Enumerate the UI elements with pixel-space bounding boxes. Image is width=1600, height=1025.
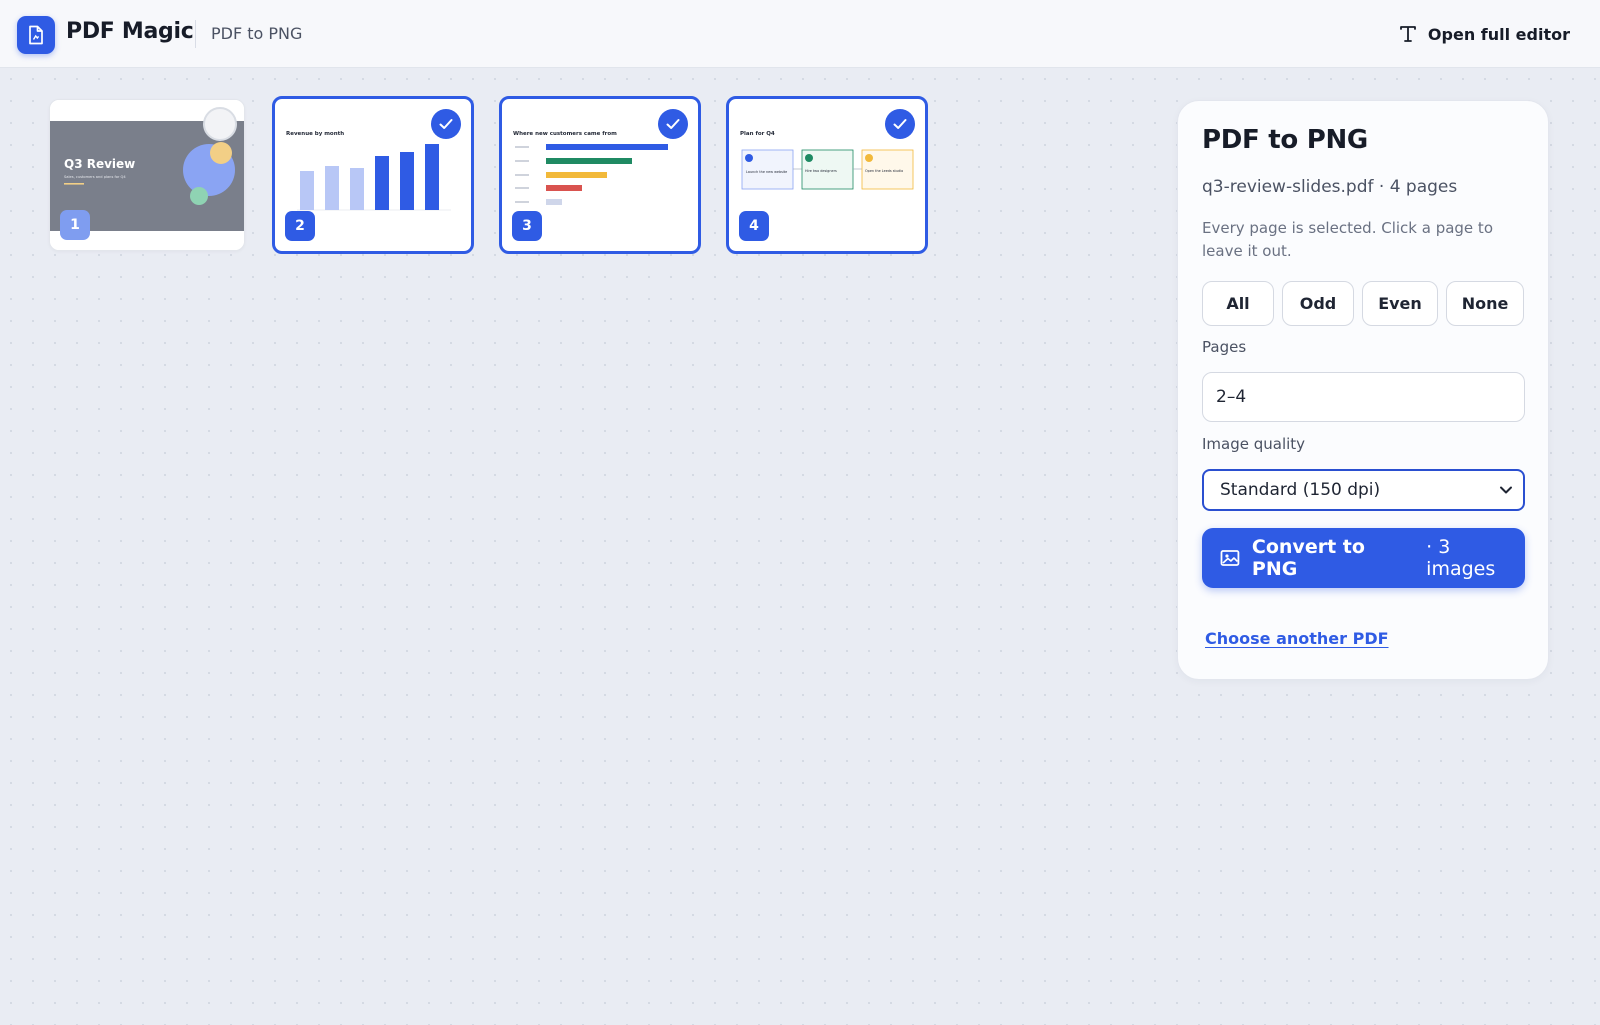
app-logo[interactable]: [17, 16, 55, 54]
chevron-down-icon: [1500, 486, 1512, 494]
select-even-button[interactable]: Even: [1362, 281, 1438, 326]
header-divider: [195, 20, 196, 48]
page-4-step-1: Launch the new website: [746, 170, 787, 174]
image-quality-select[interactable]: Standard (150 dpi): [1202, 469, 1525, 511]
file-info: q3-review-slides.pdf · 4 pages: [1202, 177, 1458, 197]
pdf-file-icon: [29, 25, 43, 45]
select-none-button[interactable]: None: [1446, 281, 1524, 326]
breadcrumb: PDF to PNG: [211, 24, 303, 43]
page-4-checked-icon[interactable]: [885, 109, 915, 139]
choose-another-pdf-link[interactable]: Choose another PDF: [1205, 629, 1389, 648]
convert-image-count: · 3 images: [1426, 536, 1496, 580]
convert-button-label: Convert to PNG: [1251, 536, 1365, 580]
page-thumbnail-1[interactable]: Q3 Review Sales, customers and plans for…: [49, 99, 245, 251]
image-icon: [1220, 550, 1240, 566]
page-3-title: Where new customers came from: [513, 131, 617, 137]
pages-label: Pages: [1202, 338, 1247, 356]
page-4-step-2: Hire two designers: [805, 169, 837, 173]
page-thumbnail-4[interactable]: Plan for Q4 Launch the new website Hire …: [726, 96, 928, 254]
top-bar: PDF Magic PDF to PNG Open full editor: [0, 0, 1600, 68]
open-full-editor-link[interactable]: Open full editor: [1398, 16, 1570, 52]
page-4-number-badge: 4: [739, 211, 769, 241]
select-odd-button[interactable]: Odd: [1282, 281, 1354, 326]
page-thumbnail-3[interactable]: Where new customers came from 3: [499, 96, 701, 254]
image-quality-label: Image quality: [1202, 435, 1306, 453]
text-tool-icon: [1400, 26, 1416, 42]
quick-select-group: All Odd Even None: [1202, 281, 1524, 326]
page-3-checked-icon[interactable]: [658, 109, 688, 139]
page-3-number-badge: 3: [512, 211, 542, 241]
page-1-select-toggle[interactable]: [203, 107, 237, 141]
app-name: PDF Magic: [66, 19, 194, 44]
page-2-title: Revenue by month: [286, 131, 344, 137]
page-4-title: Plan for Q4: [740, 131, 775, 137]
page-thumbnail-2[interactable]: Revenue by month 2: [272, 96, 474, 254]
page-1-title: Q3 Review: [64, 157, 135, 171]
select-all-button[interactable]: All: [1202, 281, 1274, 326]
page-1-number-badge: 1: [60, 210, 90, 240]
page-4-step-3: Open the Leeds studio: [865, 169, 903, 173]
image-quality-value: Standard (150 dpi): [1220, 480, 1381, 500]
page-2-checked-icon[interactable]: [431, 109, 461, 139]
panel-title: PDF to PNG: [1202, 125, 1368, 155]
pages-range-input[interactable]: [1202, 372, 1525, 422]
open-full-editor-label: Open full editor: [1427, 24, 1570, 44]
page-1-subtitle: Sales, customers and plans for Q4: [64, 175, 126, 179]
convert-to-png-button[interactable]: Convert to PNG · 3 images: [1202, 528, 1525, 588]
selection-hint: Every page is selected. Click a page to …: [1202, 219, 1493, 260]
convert-panel: PDF to PNG q3-review-slides.pdf · 4 page…: [1177, 100, 1549, 680]
page-2-number-badge: 2: [285, 211, 315, 241]
